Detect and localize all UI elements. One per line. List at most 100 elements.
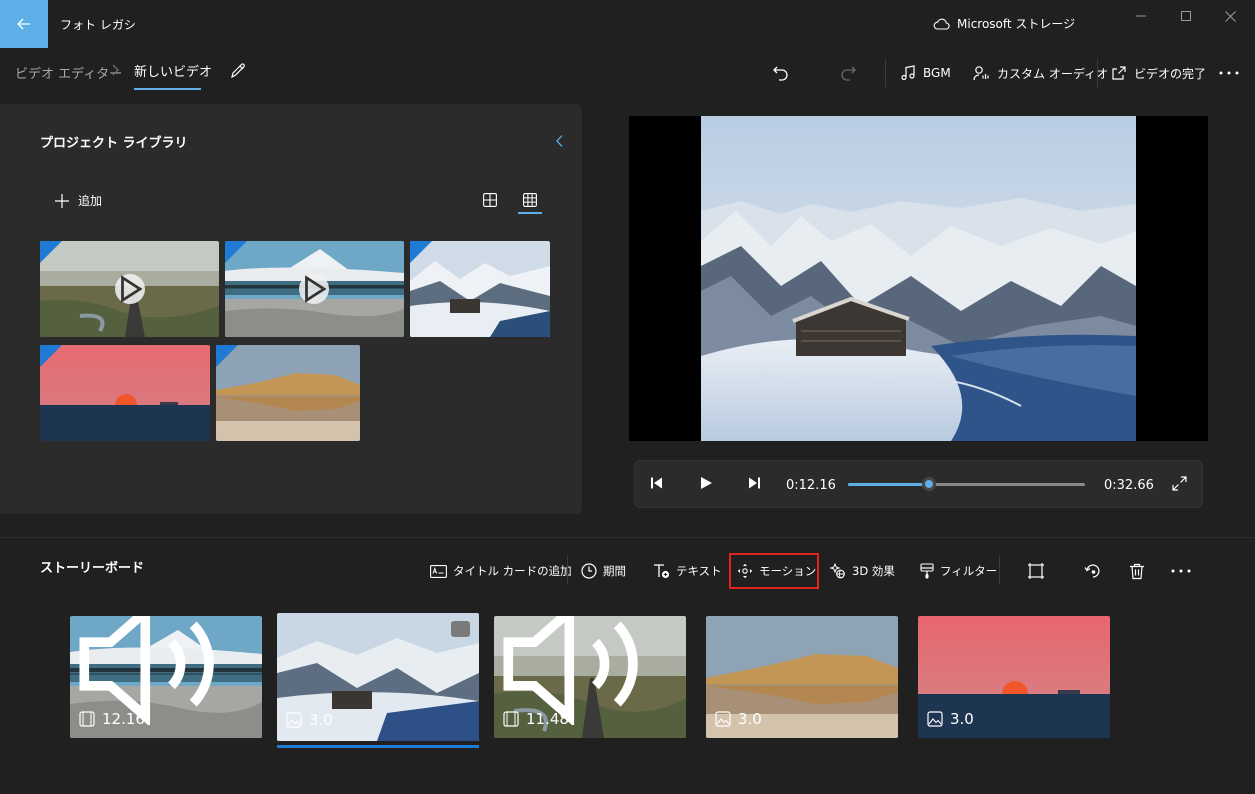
breadcrumb-new-video: 新しいビデオ [134,65,213,80]
chevron-right-icon [112,64,119,76]
clip-duration: 3.0 [715,710,762,728]
more-icon [1219,71,1239,75]
minimize-icon [1136,15,1146,17]
add-title-card-button[interactable]: タイトル カードの追加 [430,560,572,582]
person-audio-icon [973,66,989,81]
image-clip-icon [286,712,302,728]
library-title: プロジェクト ライブラリ [40,136,188,151]
filters-button[interactable]: フィルター [920,560,997,582]
grid-small-icon [523,193,537,207]
arrow-left-icon [17,18,30,30]
app-title: フォト レガシ [60,18,136,32]
library-item-mountain-photo[interactable] [410,241,550,337]
tool-separator [999,556,1000,584]
maximize-icon [1181,11,1191,21]
add-media-button[interactable]: 追加 [55,192,102,209]
add-title-card-label: タイトル カードの追加 [453,564,572,578]
play-icon [701,477,712,489]
chevron-left-icon[interactable] [555,134,565,148]
selected-corner-marker [40,241,62,263]
expand-icon [1172,476,1187,491]
clip-duration-value: 3.0 [309,711,333,729]
next-frame-button[interactable] [747,476,761,490]
back-button[interactable] [0,0,48,48]
rotate-button[interactable] [1084,560,1102,582]
undo-button[interactable] [772,60,790,86]
more-icon [1171,569,1191,573]
large-grid-view-button[interactable] [478,188,502,212]
storage-label: Microsoft ストレージ [957,17,1076,31]
storyboard-clip-4[interactable]: 3.0 [706,616,898,738]
preview-frame [701,116,1136,441]
grid-large-icon [483,193,497,207]
crop-button[interactable] [1027,560,1045,582]
delete-button[interactable] [1129,560,1145,582]
section-divider [0,537,1255,538]
previous-frame-button[interactable] [650,476,664,490]
bgm-button[interactable]: BGM [900,60,951,86]
filters-label: フィルター [940,564,998,578]
redo-button[interactable] [839,60,857,86]
storyboard-clip-1[interactable]: 12.16 [70,616,262,738]
sunset-sea-thumbnail [40,345,210,441]
storyboard-clip-2[interactable]: 3.0 [277,613,479,741]
finish-video-label: ビデオの完了 [1134,66,1207,81]
music-note-icon [901,65,915,81]
command-separator [1097,59,1098,87]
small-grid-view-button[interactable] [518,188,542,212]
storyboard-more-button[interactable] [1170,560,1192,582]
title-card-icon [430,564,447,578]
storyboard-clip-3[interactable]: 11.48 [494,616,686,738]
redo-icon [841,66,856,81]
text-button[interactable]: テキスト [653,560,722,582]
pencil-icon[interactable] [229,62,247,80]
total-time: 0:32.66 [1104,478,1154,493]
breadcrumb-current-indicator [134,88,201,90]
play-icon [121,275,143,303]
storage-indicator[interactable]: Microsoft ストレージ [933,15,1075,32]
clip-duration: 3.0 [286,711,333,729]
selected-corner-marker [225,241,247,263]
duration-button[interactable]: 期間 [581,560,626,582]
tool-separator [567,556,568,584]
text-label: テキスト [676,564,722,578]
current-time: 0:12.16 [786,478,836,493]
library-item-fuji-video[interactable] [225,241,404,337]
clip-duration-value: 3.0 [738,710,762,728]
play-icon [305,275,327,303]
finish-video-button[interactable]: ビデオの完了 [1111,60,1206,86]
seek-bar-thumb[interactable] [922,477,936,491]
speaker-icon [79,616,214,725]
storyboard-clip-5[interactable]: 3.0 [918,616,1110,738]
clip-duration-value: 3.0 [950,710,974,728]
close-button[interactable] [1207,0,1253,32]
library-item-road-video[interactable] [40,241,219,337]
seek-bar-progress [848,483,929,486]
maximize-button[interactable] [1163,0,1209,32]
step-forward-icon [749,477,760,489]
duration-label: 期間 [603,564,626,578]
image-clip-icon [715,711,731,727]
minimize-button[interactable] [1118,0,1164,32]
breadcrumb-video-editor[interactable]: ビデオ エディター [15,63,122,82]
play-button[interactable] [699,476,713,490]
selected-corner-marker [410,241,432,263]
add-label: 追加 [78,194,103,208]
share-icon [1112,66,1126,80]
custom-audio-button[interactable]: カスタム オーディオ [973,60,1108,86]
more-options-button[interactable] [1218,60,1240,86]
library-item-lake-photo[interactable] [216,345,360,441]
selected-clip-indicator [277,745,479,748]
trash-icon [1130,563,1144,579]
custom-audio-label: カスタム オーディオ [997,66,1108,81]
library-item-sunset-photo[interactable] [40,345,210,441]
fullscreen-button[interactable] [1172,476,1187,491]
bgm-label: BGM [923,66,951,80]
view-selected-indicator [518,212,542,214]
3d-effects-label: 3D 効果 [852,564,895,578]
3d-effects-button[interactable]: 3D 効果 [829,560,895,582]
step-back-icon [651,477,662,489]
crop-frame-icon [1028,563,1044,579]
clock-icon [581,563,597,579]
clip-select-checkbox[interactable] [451,621,470,637]
